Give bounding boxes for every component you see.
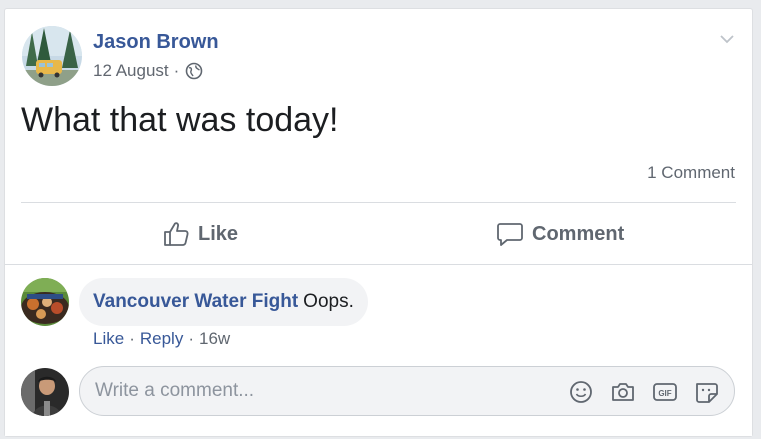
- comments-section: Vancouver Water Fight Oops. Like · Reply…: [5, 264, 752, 436]
- comment-separator: ·: [129, 329, 135, 348]
- comment-reply-link[interactable]: Reply: [140, 329, 183, 349]
- author-avatar[interactable]: [22, 26, 82, 86]
- comment-label: Comment: [532, 222, 625, 245]
- camera-icon[interactable]: [610, 379, 636, 405]
- like-label: Like: [198, 222, 239, 245]
- comment-age[interactable]: 16w: [199, 329, 230, 349]
- user-avatar[interactable]: [21, 368, 69, 416]
- post-meta: 12 August ·: [93, 61, 203, 81]
- like-button[interactable]: Like: [162, 217, 238, 251]
- comment-author[interactable]: Vancouver Water Fight: [93, 291, 298, 313]
- comment-like-link[interactable]: Like: [93, 329, 124, 349]
- comment-composer: GIF: [79, 366, 735, 416]
- post-text: What that was today!: [21, 101, 339, 139]
- post-card: Jason Brown 12 August · What that was to…: [4, 8, 753, 437]
- chevron-down-icon[interactable]: [720, 31, 734, 49]
- comment-button[interactable]: Comment: [496, 217, 624, 251]
- thumbs-up-icon: [164, 222, 189, 246]
- emoji-icon[interactable]: [568, 379, 594, 405]
- comment-input[interactable]: [95, 367, 545, 415]
- divider: [21, 202, 736, 203]
- svg-text:GIF: GIF: [658, 389, 671, 398]
- speech-bubble-icon: [497, 223, 523, 246]
- author-name[interactable]: Jason Brown: [93, 31, 219, 54]
- commenter-avatar[interactable]: [21, 278, 69, 326]
- comment-text: Oops.: [303, 291, 354, 312]
- sticker-icon[interactable]: [694, 379, 720, 405]
- gif-icon[interactable]: GIF: [652, 379, 678, 405]
- comment-bubble: Vancouver Water Fight Oops.: [79, 278, 368, 326]
- comment-count[interactable]: 1 Comment: [647, 163, 735, 183]
- composer-icons: GIF: [568, 379, 720, 405]
- post-date[interactable]: 12 August: [93, 61, 169, 81]
- comment-separator: ·: [188, 329, 194, 348]
- meta-separator: ·: [173, 61, 180, 80]
- comment-actions: Like · Reply · 16w: [93, 329, 230, 349]
- globe-icon[interactable]: [185, 62, 203, 80]
